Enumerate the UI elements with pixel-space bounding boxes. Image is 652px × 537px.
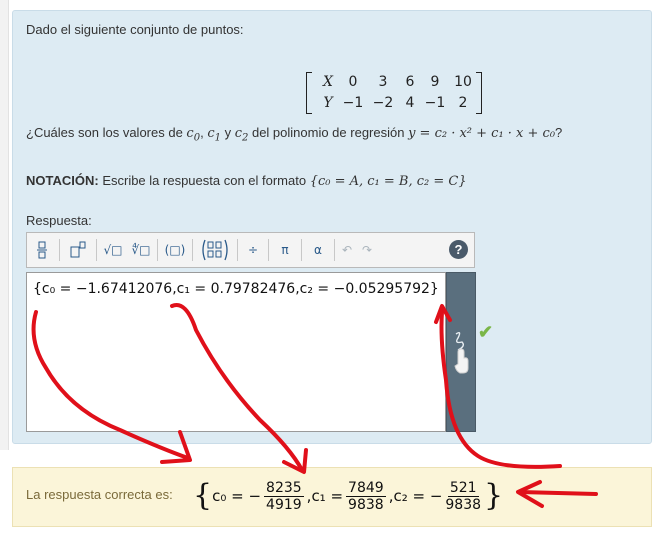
matrix-cell: 10	[454, 74, 472, 90]
notation-label: NOTACIÓN:	[26, 173, 99, 188]
answer-editor[interactable]: {c₀ = −1.67412076,c₁ = 0.79782476,c₂ = −…	[26, 272, 446, 432]
undo-icon: ↶	[341, 243, 353, 257]
matrix-button[interactable]	[195, 237, 235, 263]
toolbar-separator	[157, 239, 158, 261]
pi-button[interactable]: π	[271, 237, 299, 263]
toolbar-separator	[268, 239, 269, 261]
question-and: y	[220, 125, 235, 140]
matrix-cell: Y	[323, 95, 333, 111]
answer-value: {c₀ = −1.67412076,c₁ = 0.79782476,c₂ = −…	[33, 281, 439, 297]
superscript-button[interactable]	[62, 237, 94, 263]
redo-button[interactable]: ↷	[357, 237, 377, 263]
parenthesis-icon: (□)	[164, 243, 186, 257]
matrix-row-x: X 0 3 6 9 10	[318, 74, 478, 90]
toolbar-separator	[96, 239, 97, 261]
math-editor-toolbar: √□ ∜□ (□) ÷ π α ↶ ↷ ?	[26, 232, 475, 268]
regression-polynomial: y = c₂ · x² + c₁ · x + c₀	[408, 126, 556, 141]
matrix-cell: X	[323, 74, 333, 90]
correct-c0-prefix: c₀ = −	[212, 487, 262, 505]
undo-button[interactable]: ↶	[337, 237, 357, 263]
redo-icon: ↷	[361, 243, 373, 257]
var-c0: c0	[186, 126, 201, 144]
matrix-row-y: Y −1 −2 4 −1 2	[318, 95, 478, 111]
var-c1: c1	[207, 126, 221, 144]
correct-c0-fraction: 8235 4919	[264, 479, 304, 513]
sqrt-icon: √□	[103, 243, 123, 257]
correct-answer-label: La respuesta correcta es:	[26, 487, 173, 502]
alpha-button[interactable]: α	[304, 237, 332, 263]
matrix-cell: 2	[458, 95, 468, 111]
nroot-button[interactable]: ∜□	[127, 237, 155, 263]
matrix-cell: −2	[372, 95, 394, 111]
data-points-matrix: X 0 3 6 9 10 Y −1 −2 4 −1 2	[306, 72, 482, 116]
open-brace: {	[193, 478, 213, 513]
question-text-before: ¿Cuáles son los valores de	[26, 125, 187, 140]
pi-icon: π	[281, 243, 289, 257]
matrix-cell: 0	[348, 74, 358, 90]
answer-label: Respuesta:	[26, 213, 92, 228]
handwriting-toggle-handle[interactable]	[446, 272, 476, 432]
toolbar-separator	[192, 239, 193, 261]
correct-c2-fraction: 521 9838	[445, 479, 482, 513]
toolbar-separator	[59, 239, 60, 261]
matrix-cell: −1	[342, 95, 364, 111]
left-margin-strip	[0, 0, 9, 450]
divide-icon: ÷	[247, 243, 259, 257]
close-brace: }	[484, 478, 504, 513]
notation-format: {c₀ = A, c₁ = B, c₂ = C}	[309, 174, 467, 189]
matrix-icon	[202, 239, 228, 261]
matrix-cell: 6	[405, 74, 415, 90]
question-mark: ?	[555, 125, 563, 140]
matrix-cell: −1	[424, 95, 446, 111]
matrix-cell: 3	[378, 74, 388, 90]
correct-c2-prefix: ,c₂ = −	[388, 487, 443, 505]
question-intro: Dado el siguiente conjunto de puntos:	[26, 22, 244, 37]
fraction-icon	[37, 241, 47, 259]
fraction-button[interactable]	[27, 237, 57, 263]
toolbar-separator	[334, 239, 335, 261]
notation-line: NOTACIÓN: Escribe la respuesta con el fo…	[26, 173, 467, 189]
nroot-icon: ∜□	[131, 243, 151, 257]
question-text: ¿Cuáles son los valores de c0, c1 y c2 d…	[26, 125, 562, 144]
superscript-icon	[70, 241, 86, 258]
toolbar-separator	[237, 239, 238, 261]
parenthesis-button[interactable]: (□)	[160, 237, 190, 263]
correct-answer-expression: { c₀ = − 8235 4919 ,c₁ = 7849 9838 ,c₂ = −…	[193, 473, 503, 519]
toolbar-separator	[301, 239, 302, 261]
correct-check-icon: ✔	[478, 322, 494, 342]
notation-text: Escribe la respuesta con el formato	[98, 173, 310, 188]
correct-c1-prefix: ,c₁ =	[306, 487, 344, 505]
var-c2: c2	[234, 126, 249, 144]
help-button[interactable]: ?	[449, 240, 468, 259]
matrix-cell: 4	[405, 95, 415, 111]
alpha-icon: α	[314, 243, 322, 257]
correct-c1-fraction: 7849 9838	[346, 479, 386, 513]
matrix-left-bracket	[306, 72, 312, 114]
hand-pointer-icon	[454, 331, 469, 374]
sqrt-button[interactable]: √□	[99, 237, 127, 263]
question-text-middle: del polinomio de regresión	[248, 125, 409, 140]
matrix-cell: 9	[430, 74, 440, 90]
divide-button[interactable]: ÷	[240, 237, 266, 263]
